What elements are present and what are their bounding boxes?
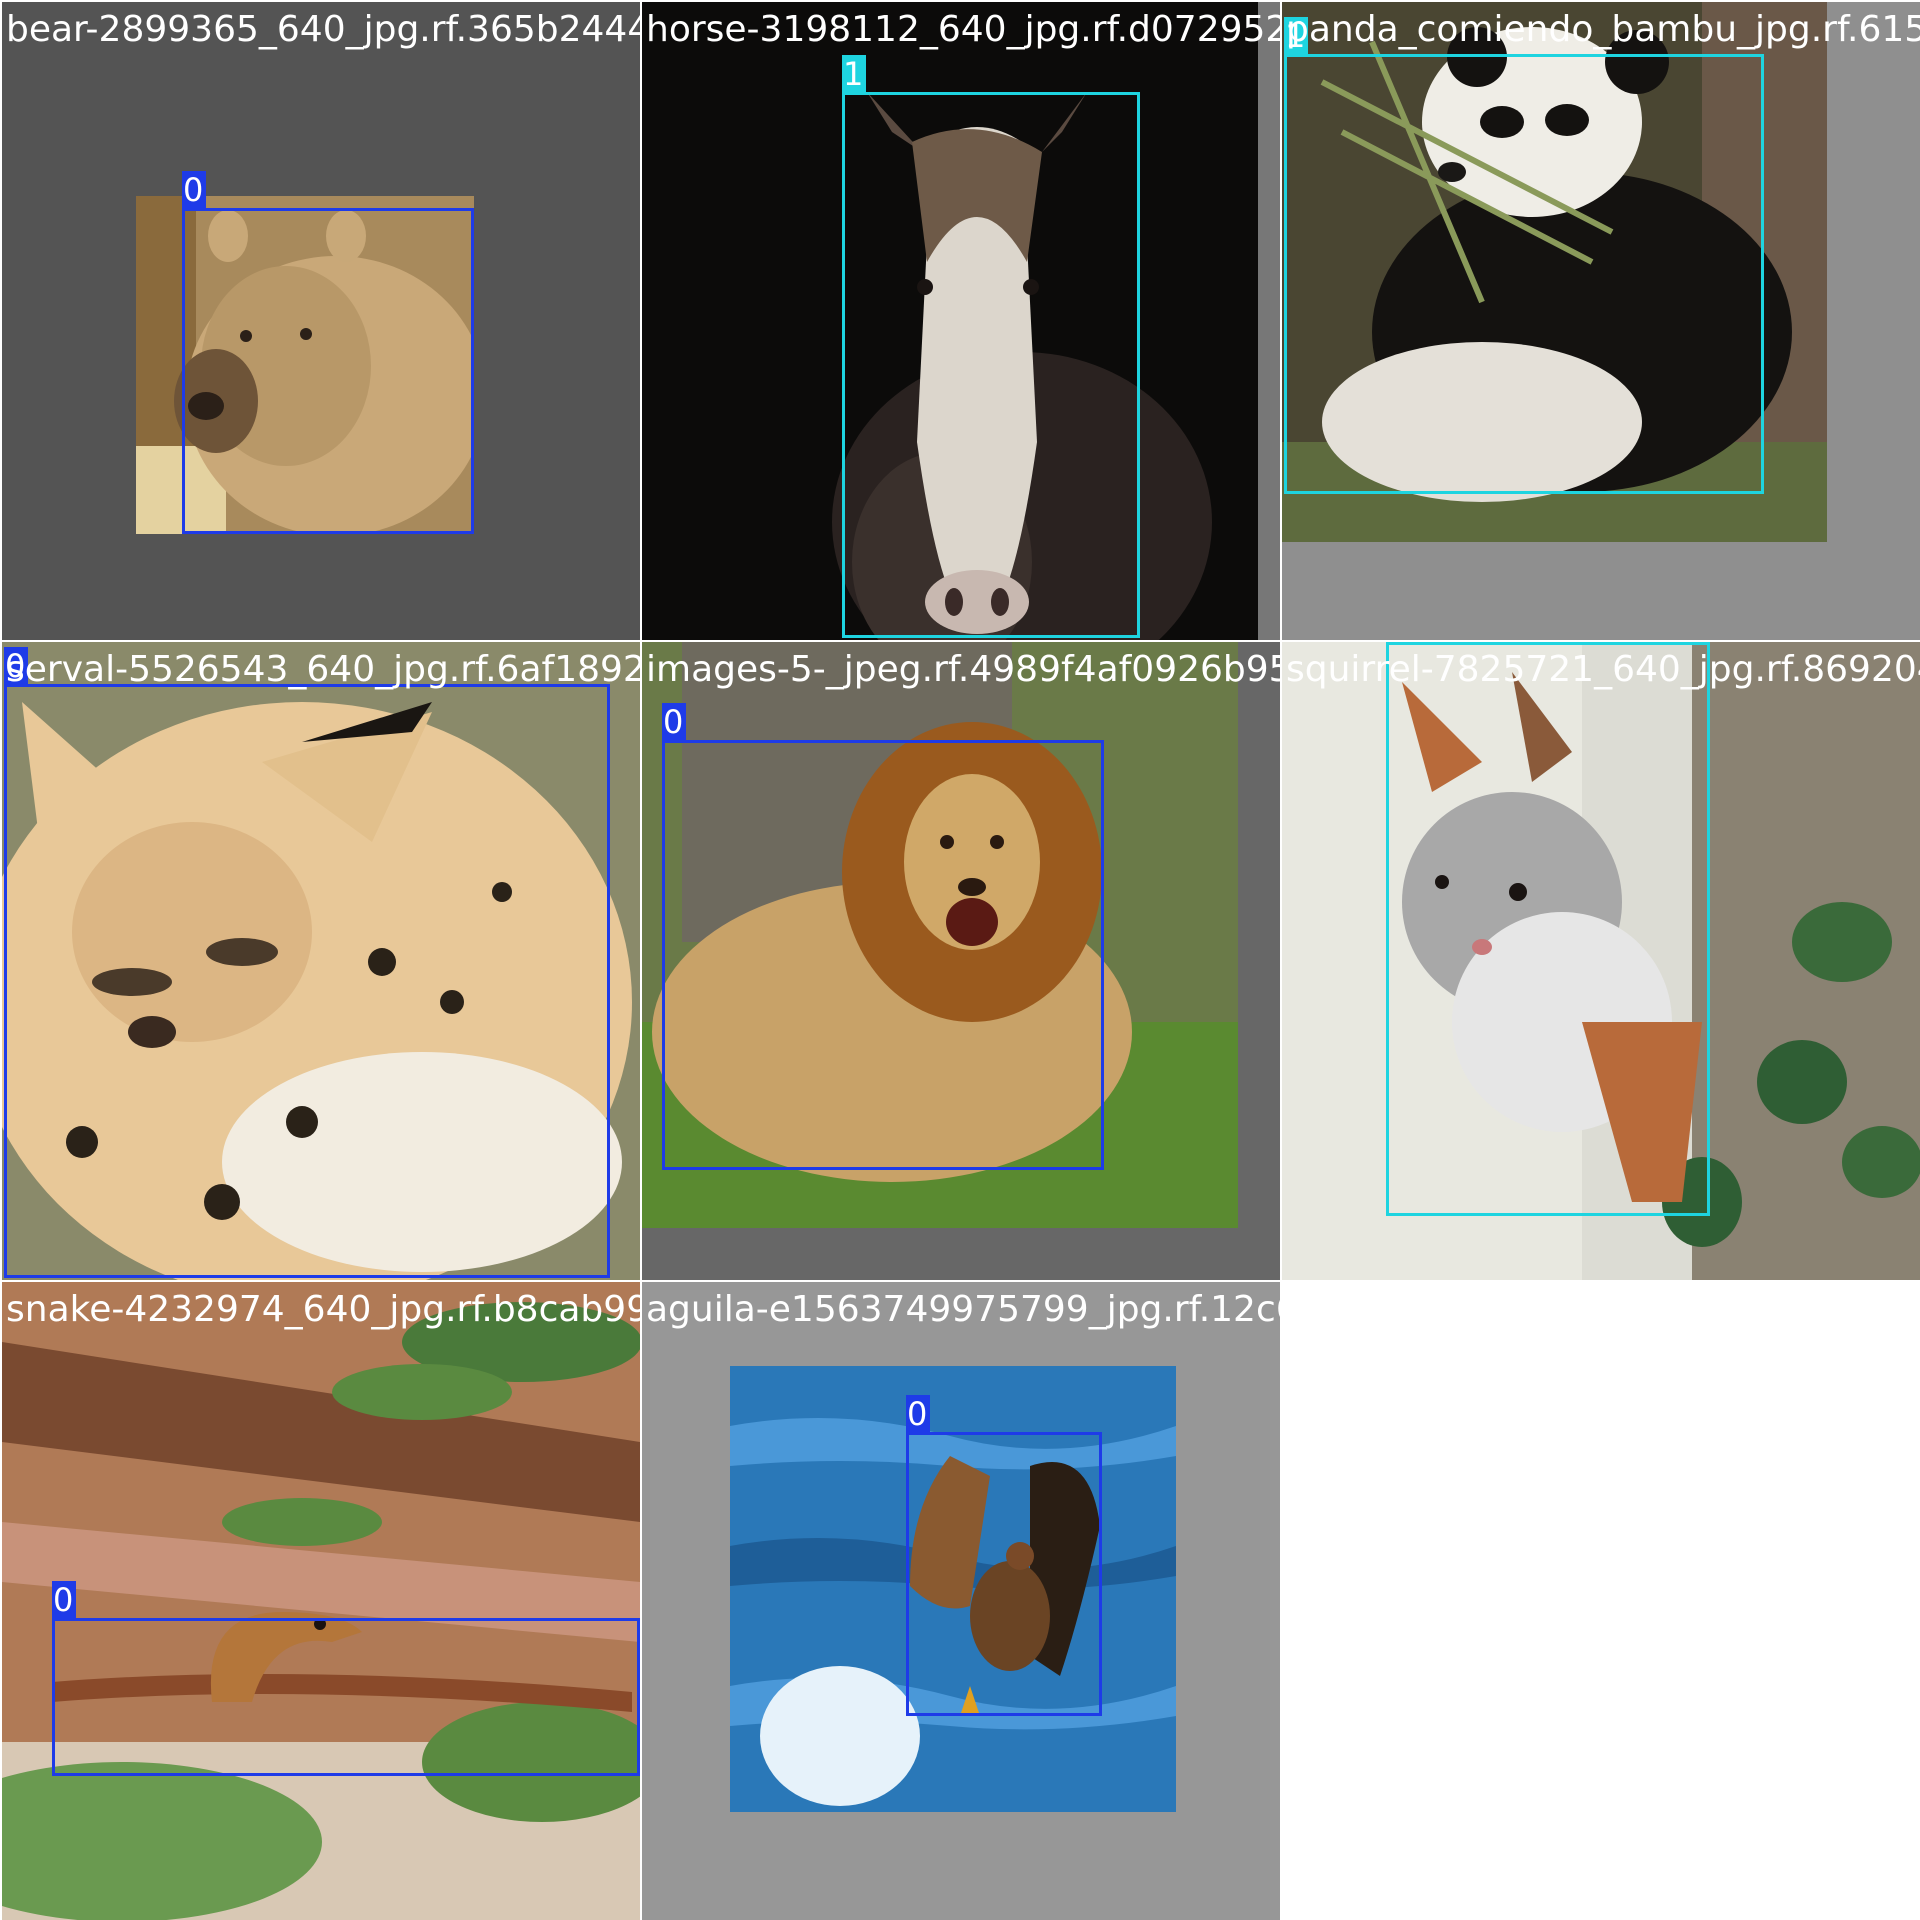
detection-box-squirrel: 1 <box>1386 642 1710 1216</box>
class-label-tag: 1 <box>1386 642 1410 643</box>
class-label-tag: 1 <box>842 55 866 93</box>
class-label-tag: 1 <box>1284 17 1308 55</box>
detection-box-panda: 1 <box>1284 17 1764 494</box>
detection-box-bear: 0 <box>182 171 474 534</box>
detection-box-horse: 1 <box>842 55 1140 638</box>
detection-box-lion: 0 <box>662 703 1104 1170</box>
mosaic-grid: 0 bear-2899365_640_jpg.rf.365b2444c2fcab… <box>0 0 1920 1920</box>
mosaic-tile-serval: 0 serval-5526543_640_jpg.rf.6af189238fb7… <box>2 642 640 1280</box>
class-label-tag: 0 <box>52 1581 76 1619</box>
mosaic-tile-squirrel: 1 squirrel-7825721_640_jpg.rf.8692049 <box>1282 642 1920 1280</box>
class-label-tag: 0 <box>906 1395 930 1433</box>
class-label-tag: 0 <box>182 171 206 209</box>
photo-snake <box>2 1282 640 1920</box>
mosaic-tile-lion: 0 images-5-_jpeg.rf.4989f4af0926b95a5d0 <box>642 642 1280 1280</box>
tile-filename-label: aguila-e1563749975799_jpg.rf.12c6d07124b <box>646 1289 1280 1330</box>
mosaic-tile-snake: 0 snake-4232974_640_jpg.rf.b8cab9940a9fb… <box>2 1282 640 1920</box>
tile-filename-label: bear-2899365_640_jpg.rf.365b2444c2fcabc4 <box>6 9 640 50</box>
detection-box-serval: 0 <box>4 647 610 1278</box>
mosaic-tile-bear: 0 bear-2899365_640_jpg.rf.365b2444c2fcab… <box>2 2 640 640</box>
mosaic-tile-horse: 1 horse-3198112_640_jpg.rf.d072952b4ca0e… <box>642 2 1280 640</box>
detection-box-eagle: 0 <box>906 1395 1102 1716</box>
mosaic-tile-eagle: 0 aguila-e1563749975799_jpg.rf.12c6d0712… <box>642 1282 1280 1920</box>
detection-box-snake: 0 <box>52 1581 640 1776</box>
mosaic-tile-panda: 1 panda_comiendo_bambu_jpg.rf.615a9 <box>1282 2 1920 640</box>
class-label-tag: 0 <box>4 647 28 685</box>
class-label-tag: 0 <box>662 703 686 741</box>
